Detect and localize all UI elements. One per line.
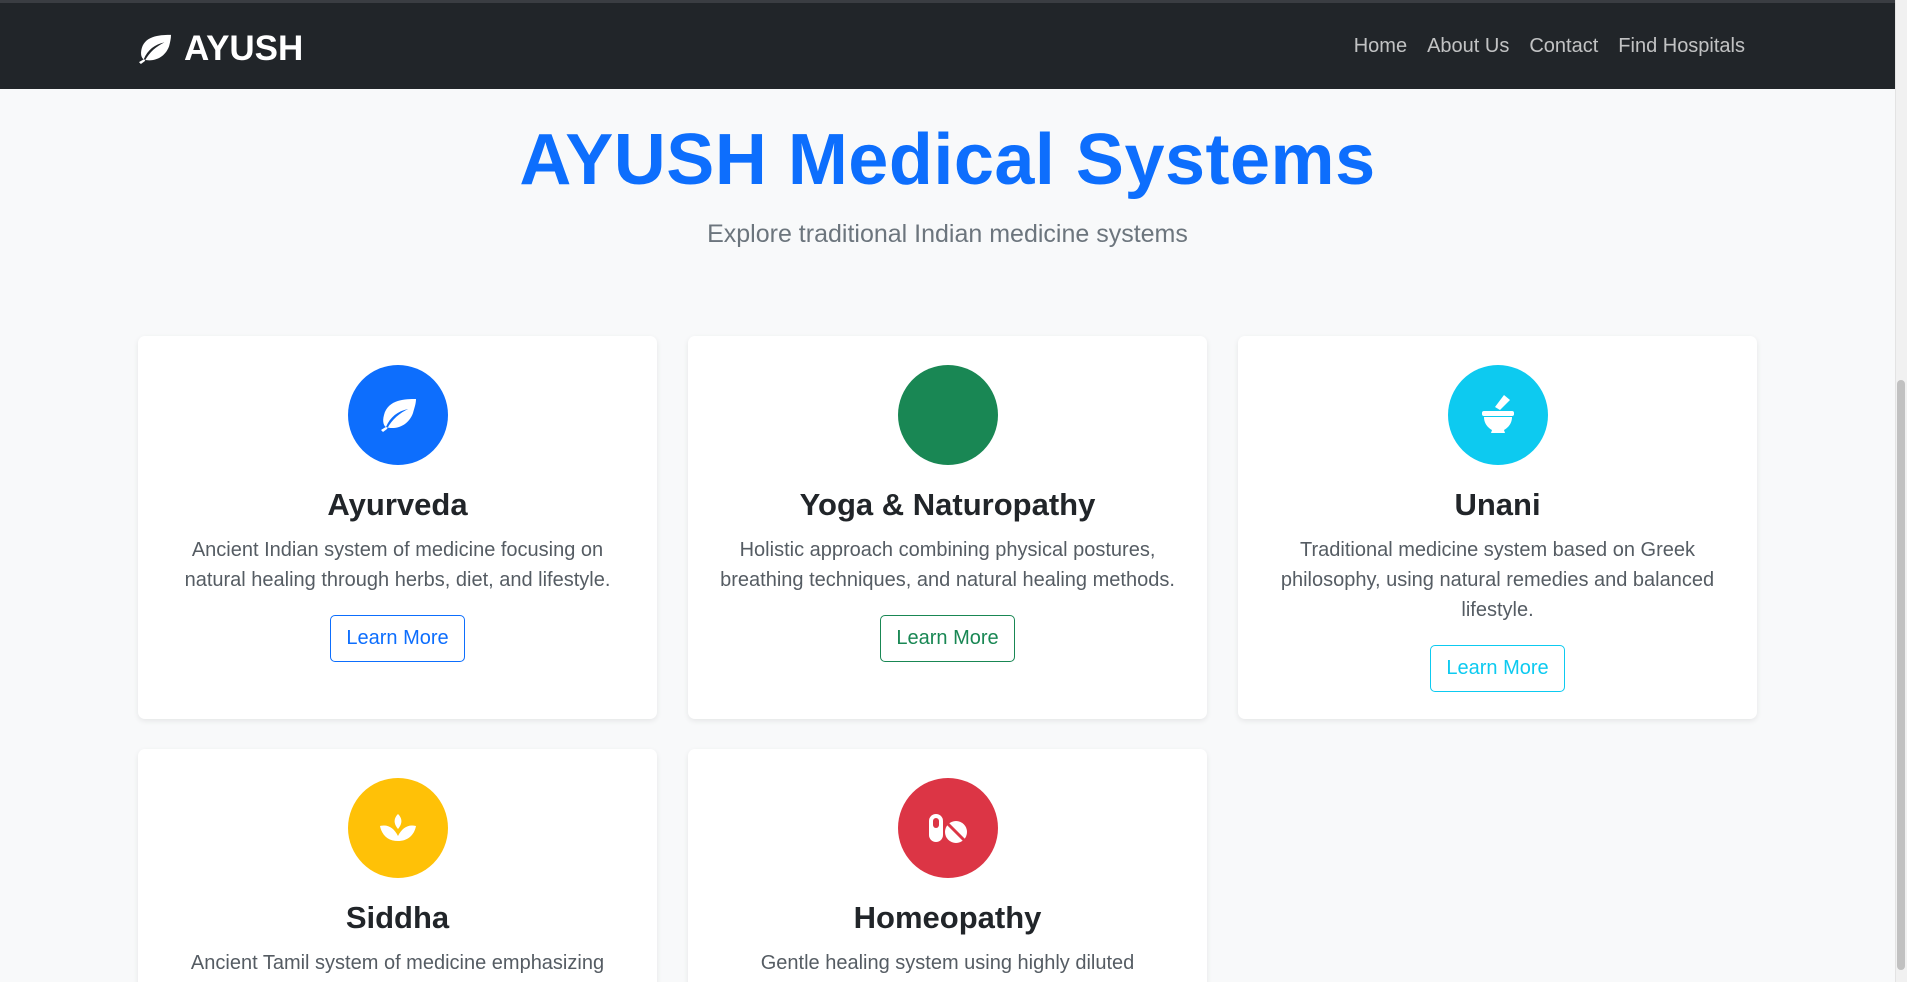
brand-link[interactable]: AYUSH (136, 29, 303, 69)
card-homeopathy: Homeopathy Gentle healing system using h… (688, 749, 1207, 982)
card-unani: Unani Traditional medicine system based … (1238, 336, 1757, 719)
page: AYUSH Home About Us Contact Find Hospita… (0, 0, 1907, 982)
nav-contact[interactable]: Contact (1529, 35, 1598, 58)
page-title: AYUSH Medical Systems (519, 120, 1376, 200)
nav-find-hospitals[interactable]: Find Hospitals (1618, 35, 1745, 58)
card-text: Holistic approach combining physical pos… (720, 539, 1175, 591)
icon-circle-unani (1447, 365, 1548, 465)
brand-name: AYUSH (184, 29, 304, 68)
nav-links: Home About Us Contact Find Hospitals (1354, 35, 1745, 58)
card-text: Ancient Indian system of medicine focusi… (184, 539, 611, 591)
card-text: Ancient Tamil system of medicine emphasi… (190, 952, 605, 974)
hero: AYUSH Medical Systems Explore traditiona… (0, 115, 1895, 249)
card-title: Ayurveda (327, 487, 468, 522)
leaf-icon (380, 399, 416, 432)
card-title: Siddha (345, 900, 450, 935)
learn-more-button-yoga[interactable]: Learn More (880, 615, 1015, 662)
learn-more-button-ayurveda[interactable]: Learn More (330, 615, 465, 662)
card-ayurveda: Ayurveda Ancient Indian system of medici… (138, 336, 657, 719)
icon-circle-ayurveda (347, 365, 448, 465)
card-text: Traditional medicine system based on Gre… (1280, 539, 1715, 621)
card-title: Unani (1454, 487, 1541, 522)
card-yoga-naturopathy: Yoga & Naturopathy Holistic approach com… (688, 336, 1207, 719)
pills-icon (928, 814, 967, 843)
page-subtitle: Explore traditional Indian medicine syst… (707, 220, 1188, 248)
card-title: Homeopathy (853, 900, 1042, 935)
learn-more-button-unani[interactable]: Learn More (1430, 645, 1565, 692)
card-siddha: Siddha Ancient Tamil system of medicine … (138, 749, 657, 982)
card-text: Gentle healing system using highly dilut… (760, 952, 1135, 974)
leaf-icon (139, 34, 171, 65)
card-title: Yoga & Naturopathy (799, 487, 1096, 522)
icon-circle-siddha (347, 778, 448, 878)
lotus-icon (379, 814, 416, 841)
nav-home[interactable]: Home (1354, 35, 1407, 58)
nav-about-us[interactable]: About Us (1427, 35, 1509, 58)
page-scrollbar[interactable] (1895, 0, 1907, 982)
mortar-pestle-icon (1481, 395, 1514, 433)
yoga-icon (897, 365, 998, 465)
navbar: AYUSH Home About Us Contact Find Hospita… (0, 3, 1895, 89)
icon-circle-homeopathy (897, 778, 998, 878)
scrollbar-thumb[interactable] (1897, 380, 1905, 970)
